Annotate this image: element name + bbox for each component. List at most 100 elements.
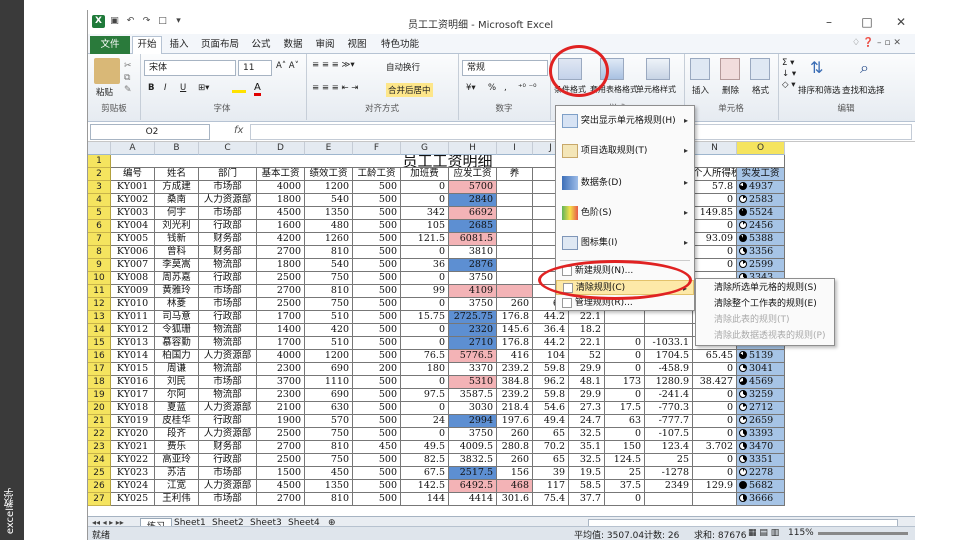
tab-formulas[interactable]: 公式 — [248, 37, 274, 53]
table-cell[interactable]: KY008 — [111, 272, 155, 285]
table-cell[interactable]: 5139 — [737, 350, 785, 363]
table-cell[interactable]: 1110 — [305, 376, 353, 389]
table-cell[interactable]: 500 — [353, 467, 401, 480]
table-cell[interactable]: 22.1 — [569, 311, 605, 324]
row-header[interactable]: 26 — [88, 480, 111, 493]
row-header[interactable]: 20 — [88, 402, 111, 415]
table-cell[interactable]: 65 — [533, 454, 569, 467]
table-cell[interactable]: 510 — [305, 311, 353, 324]
table-cell[interactable]: 4200 — [257, 233, 305, 246]
table-cell[interactable]: 25 — [645, 454, 693, 467]
row-header[interactable]: 17 — [88, 363, 111, 376]
font-color-icon[interactable]: A — [254, 82, 261, 96]
merge-center-button[interactable]: 合并后居中 — [386, 83, 433, 97]
table-cell[interactable]: 1600 — [257, 220, 305, 233]
table-cell[interactable]: -770.3 — [645, 402, 693, 415]
table-cell[interactable]: 4009.5 — [449, 441, 497, 454]
undo-icon[interactable]: ↶ — [124, 15, 137, 28]
table-cell[interactable]: 2583 — [737, 194, 785, 207]
table-cell[interactable]: 52 — [569, 350, 605, 363]
table-cell[interactable]: KY002 — [111, 194, 155, 207]
table-cell[interactable]: 180 — [401, 363, 449, 376]
table-cell[interactable]: 4414 — [449, 493, 497, 506]
table-cell[interactable]: 周苏嘉 — [155, 272, 199, 285]
table-cell[interactable]: 方成建 — [155, 181, 199, 194]
tab-review[interactable]: 审阅 — [312, 37, 338, 53]
table-cell[interactable]: 384.8 — [497, 376, 533, 389]
table-cell[interactable]: 500 — [353, 233, 401, 246]
table-cell[interactable]: 6081.5 — [449, 233, 497, 246]
table-cell[interactable]: 570 — [305, 415, 353, 428]
row-header[interactable]: 12 — [88, 298, 111, 311]
table-cell[interactable]: 301.6 — [497, 493, 533, 506]
table-cell[interactable]: 2659 — [737, 415, 785, 428]
table-cell[interactable]: 行政部 — [199, 454, 257, 467]
table-cell[interactable]: 124.5 — [605, 454, 645, 467]
table-cell[interactable] — [605, 324, 645, 337]
column-header[interactable]: E — [305, 142, 353, 155]
table-cell[interactable]: 皮桂华 — [155, 415, 199, 428]
menu-item-icon-sets[interactable]: 图标集(I) ▸ — [556, 228, 694, 258]
view-buttons-icon[interactable]: ▦ ▤ ▥ — [748, 528, 779, 538]
table-cell[interactable]: 市场部 — [199, 181, 257, 194]
table-cell[interactable]: 0 — [401, 272, 449, 285]
table-cell[interactable]: 18.2 — [569, 324, 605, 337]
table-cell[interactable]: 1900 — [257, 415, 305, 428]
header-cell[interactable]: 编号 — [111, 168, 155, 181]
table-cell[interactable]: 129.9 — [693, 480, 737, 493]
table-cell[interactable]: 500 — [353, 428, 401, 441]
table-cell[interactable]: 38.427 — [693, 376, 737, 389]
table-cell[interactable]: 4500 — [257, 480, 305, 493]
table-cell[interactable]: 37.5 — [605, 480, 645, 493]
table-cell[interactable]: 3041 — [737, 363, 785, 376]
table-cell[interactable]: 2685 — [449, 220, 497, 233]
table-cell[interactable]: 行政部 — [199, 311, 257, 324]
table-cell[interactable]: 44.2 — [533, 337, 569, 350]
table-cell[interactable]: -241.4 — [645, 389, 693, 402]
table-cell[interactable]: 刘民 — [155, 376, 199, 389]
table-cell[interactable]: 0 — [693, 402, 737, 415]
column-header[interactable]: O — [737, 142, 785, 155]
close-icon[interactable]: ✕ — [890, 14, 912, 30]
table-cell[interactable]: 钱新 — [155, 233, 199, 246]
table-cell[interactable]: 630 — [305, 402, 353, 415]
table-cell[interactable]: 2710 — [449, 337, 497, 350]
table-cell[interactable]: 176.8 — [497, 337, 533, 350]
table-cell[interactable] — [497, 259, 533, 272]
table-cell[interactable]: KY025 — [111, 493, 155, 506]
table-cell[interactable]: 2712 — [737, 402, 785, 415]
table-cell[interactable]: 105 — [401, 220, 449, 233]
tab-page-layout[interactable]: 页面布局 — [198, 37, 242, 53]
table-cell[interactable]: 3030 — [449, 402, 497, 415]
table-cell[interactable]: 144 — [401, 493, 449, 506]
table-cell[interactable]: 0 — [693, 220, 737, 233]
table-cell[interactable]: 2300 — [257, 389, 305, 402]
table-cell[interactable]: 15.75 — [401, 311, 449, 324]
table-cell[interactable]: 2599 — [737, 259, 785, 272]
zoom-slider[interactable] — [818, 532, 908, 535]
table-cell[interactable]: 690 — [305, 389, 353, 402]
table-cell[interactable]: 500 — [353, 220, 401, 233]
table-cell[interactable]: 2300 — [257, 363, 305, 376]
table-cell[interactable]: KY005 — [111, 233, 155, 246]
table-cell[interactable]: 450 — [305, 467, 353, 480]
table-cell[interactable]: KY017 — [111, 389, 155, 402]
table-cell[interactable]: 500 — [353, 454, 401, 467]
table-cell[interactable]: 0 — [401, 402, 449, 415]
table-cell[interactable]: 1700 — [257, 337, 305, 350]
table-cell[interactable]: 财务部 — [199, 246, 257, 259]
table-cell[interactable]: 260 — [497, 428, 533, 441]
table-cell[interactable]: 3370 — [449, 363, 497, 376]
table-cell[interactable]: 李莫嵩 — [155, 259, 199, 272]
table-cell[interactable]: 物流部 — [199, 324, 257, 337]
table-cell[interactable]: 750 — [305, 428, 353, 441]
table-cell[interactable]: 何宇 — [155, 207, 199, 220]
table-cell[interactable]: 500 — [353, 311, 401, 324]
table-cell[interactable]: KY023 — [111, 467, 155, 480]
row-header[interactable]: 13 — [88, 311, 111, 324]
align-center-icons[interactable]: ≡ ≡ ≡ ⇤ ⇥ — [312, 83, 358, 93]
table-cell[interactable]: 2994 — [449, 415, 497, 428]
table-cell[interactable]: 桑南 — [155, 194, 199, 207]
table-cell[interactable]: 市场部 — [199, 285, 257, 298]
italic-button[interactable]: I — [164, 83, 167, 93]
